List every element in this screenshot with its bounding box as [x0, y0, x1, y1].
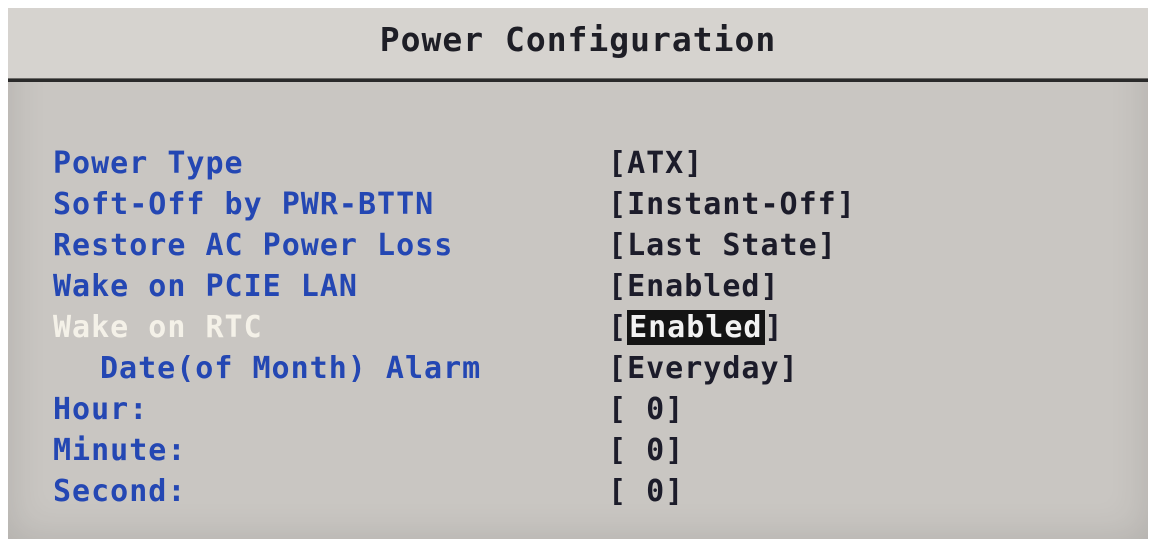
setting-label-soft-off[interactable]: Soft-Off by PWR-BTTN — [53, 187, 434, 222]
setting-value-wake-pcie-lan[interactable]: [Enabled] — [608, 269, 780, 304]
setting-label-hour[interactable]: Hour: — [53, 392, 148, 427]
setting-label-restore-ac[interactable]: Restore AC Power Loss — [53, 228, 453, 263]
selected-value-highlight: Enabled — [627, 310, 765, 345]
setting-value-soft-off[interactable]: [Instant-Off] — [608, 187, 856, 222]
setting-value-text: Everyday — [627, 351, 780, 386]
setting-value-text: Last State — [627, 228, 818, 263]
setting-value-hour[interactable]: [ 0] — [608, 392, 684, 427]
setting-label-second[interactable]: Second: — [53, 474, 186, 509]
setting-value-restore-ac[interactable]: [Last State] — [608, 228, 837, 263]
setting-value-power-type[interactable]: [ATX] — [608, 146, 703, 181]
setting-value-wake-rtc[interactable]: [Enabled] — [608, 310, 784, 345]
setting-label-minute[interactable]: Minute: — [53, 433, 186, 468]
title-bar: Power Configuration — [8, 8, 1148, 80]
setting-label-wake-pcie-lan[interactable]: Wake on PCIE LAN — [53, 269, 358, 304]
setting-value-text: Enabled — [627, 269, 761, 304]
bios-screen: Power Configuration Power Type [ATX] Sof… — [8, 8, 1148, 539]
setting-label-wake-rtc[interactable]: Wake on RTC — [53, 310, 263, 345]
setting-value-text: Instant-Off — [627, 187, 837, 222]
setting-label-power-type[interactable]: Power Type — [53, 146, 244, 181]
title-divider — [8, 79, 1148, 82]
page-title: Power Configuration — [379, 20, 777, 59]
setting-value-text: 0 — [627, 433, 666, 468]
setting-value-second[interactable]: [ 0] — [608, 474, 684, 509]
setting-label-date-alarm[interactable]: Date(of Month) Alarm — [100, 351, 481, 386]
setting-value-text: ATX — [627, 146, 685, 181]
setting-value-text: 0 — [627, 392, 666, 427]
setting-value-date-alarm[interactable]: [Everyday] — [608, 351, 799, 386]
setting-value-minute[interactable]: [ 0] — [608, 433, 684, 468]
setting-value-text: 0 — [627, 474, 666, 509]
